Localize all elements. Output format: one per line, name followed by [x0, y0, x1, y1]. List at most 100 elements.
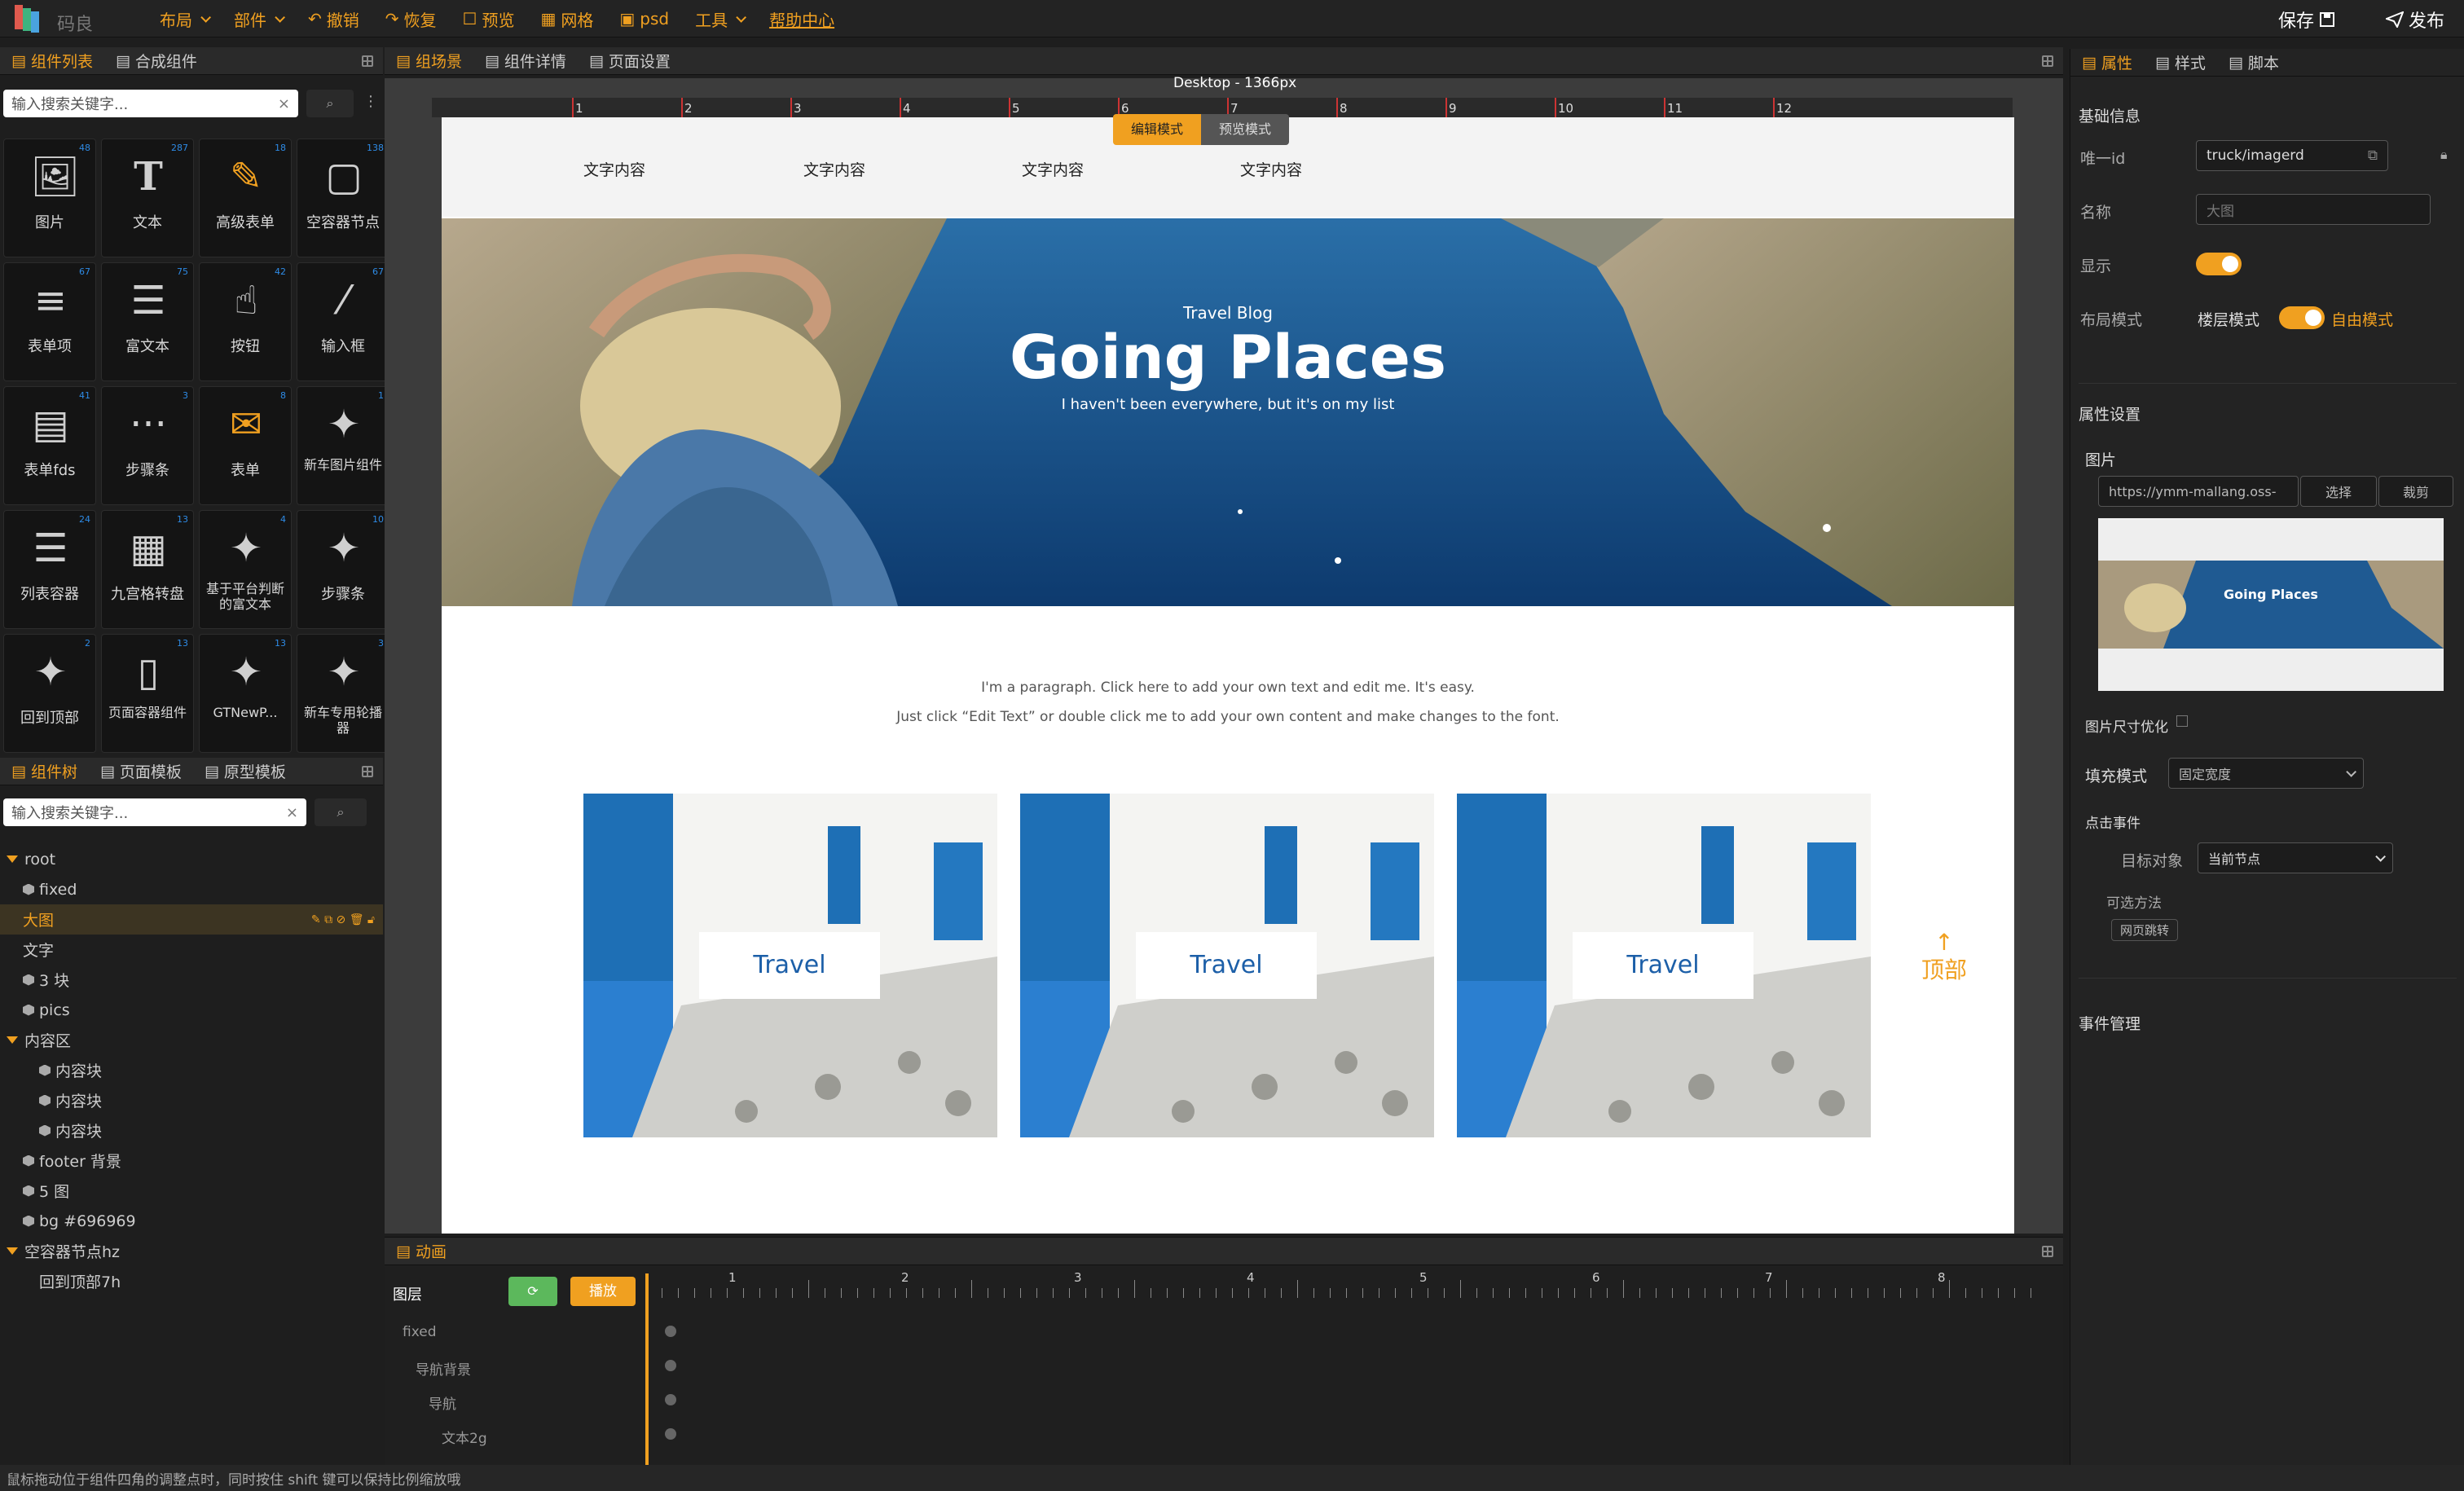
hero-image[interactable]: Travel Blog Going Places I haven't been …	[442, 218, 2014, 606]
component-tile[interactable]: 1 ✦ 新车图片组件	[297, 386, 389, 505]
target-select[interactable]: 当前节点	[2198, 842, 2393, 873]
method-tag[interactable]: 网页跳转	[2111, 919, 2179, 941]
event-management-header[interactable]: 事件管理	[2079, 1012, 2141, 1034]
tab-component-list[interactable]: ▤ 组件列表	[0, 47, 104, 75]
panel-grid-icon[interactable]	[362, 765, 373, 777]
tab-styles[interactable]: ▤ 样式	[2144, 49, 2217, 77]
tree-node[interactable]: 内容区	[0, 1025, 383, 1055]
animation-layer-row[interactable]: fixed	[385, 1317, 2063, 1350]
component-tile[interactable]: 2 ✦ 回到顶部	[3, 634, 96, 753]
component-tile[interactable]: 13 ✦ GTNewP...	[199, 634, 292, 753]
image-url-input[interactable]: https://ymm-mallang.oss-	[2098, 476, 2299, 507]
tree-node[interactable]: 回到顶部7h	[0, 1266, 383, 1296]
caret-down-icon[interactable]	[7, 1036, 18, 1044]
uid-field[interactable]: truck/imagerd ⧉	[2196, 140, 2388, 171]
component-tile[interactable]: 10 ✦ 步骤条	[297, 510, 389, 629]
nav-text-item[interactable]: 文字内容	[583, 158, 645, 180]
component-tile[interactable]: 3 ✦ 新车专用轮播器	[297, 634, 389, 753]
property-settings-header[interactable]: 属性设置	[2079, 402, 2141, 424]
component-search-input[interactable]: 输入搜索关键字... ×	[3, 90, 298, 117]
panel-grid-icon[interactable]	[2042, 1245, 2053, 1257]
animation-timeline[interactable]: 1 2 3 4 5 6 7 8	[645, 1270, 2063, 1469]
menu-item[interactable]: ▦ 网格	[527, 0, 606, 37]
size-optimize-checkbox[interactable]	[2176, 715, 2188, 727]
menu-item[interactable]: ↷ 恢复	[372, 0, 450, 37]
basic-info-header[interactable]: 基础信息	[2079, 104, 2141, 126]
tree-node[interactable]: bg #696969	[0, 1206, 383, 1236]
component-tile[interactable]: 24 ☰ 列表容器	[3, 510, 96, 629]
component-tile[interactable]: 13 ▦ 九宫格转盘	[101, 510, 194, 629]
keyframe-add-icon[interactable]	[665, 1394, 676, 1405]
animation-layer-row[interactable]: 文本2g	[385, 1420, 2063, 1453]
nav-text-item[interactable]: 文字内容	[803, 158, 865, 180]
publish-button[interactable]: 发布	[2386, 7, 2444, 33]
nav-text-item[interactable]: 文字内容	[1022, 158, 1084, 180]
animation-layer-row[interactable]: 导航	[385, 1386, 2063, 1418]
tree-search-input[interactable]: 输入搜索关键字... ×	[3, 798, 306, 826]
component-tile[interactable]: 75 ☰ 富文本	[101, 262, 194, 381]
tree-node[interactable]: 内容块	[0, 1115, 383, 1146]
tree-node[interactable]: root	[0, 844, 383, 874]
caret-down-icon[interactable]	[7, 1247, 18, 1255]
tree-node[interactable]: fixed	[0, 874, 383, 904]
more-icon[interactable]: ⋮	[363, 93, 378, 110]
keyframe-add-icon[interactable]	[665, 1360, 676, 1371]
component-tile[interactable]: 48 🖼︎ 图片	[3, 139, 96, 257]
tab-scene[interactable]: ▤ 组场景	[385, 47, 473, 75]
name-input[interactable]: 大图	[2196, 194, 2431, 225]
travel-card[interactable]: Travel	[1020, 794, 1434, 1137]
tab-scripts[interactable]: ▤ 脚本	[2217, 49, 2290, 77]
preview-mode-button[interactable]: 预览模式	[1201, 114, 1290, 145]
refresh-button[interactable]: ⟳	[508, 1277, 557, 1306]
caret-down-icon[interactable]	[7, 855, 18, 863]
component-tile[interactable]: 41 ▤ 表单fds	[3, 386, 96, 505]
crop-image-button[interactable]: 裁剪	[2378, 476, 2453, 507]
tab-component-tree[interactable]: ▤ 组件树	[0, 758, 89, 785]
tree-node[interactable]: 大图 ✎ ⧉ ⊘ 🗑︎ 🔓︎	[0, 904, 383, 935]
component-tile[interactable]: 4 ✦ 基于平台判断的富文本	[199, 510, 292, 629]
search-button[interactable]: ⌕	[306, 90, 354, 117]
component-tile[interactable]: 67 ≡ 表单项	[3, 262, 96, 381]
menu-item[interactable]: ☐ 预览	[450, 0, 528, 37]
tree-node[interactable]: 内容块	[0, 1055, 383, 1085]
nav-text-item[interactable]: 文字内容	[1240, 158, 1302, 180]
edit-mode-button[interactable]: 编辑模式	[1113, 114, 1202, 145]
copy-icon[interactable]: ⧉	[2368, 147, 2378, 164]
tab-prototype-templates[interactable]: ▤ 原型模板	[193, 758, 297, 785]
panel-grid-icon[interactable]	[362, 55, 373, 67]
component-tile[interactable]: 3 ··· 步骤条	[101, 386, 194, 505]
play-button[interactable]: 播放	[570, 1277, 636, 1306]
search-button[interactable]: ⌕	[315, 798, 367, 826]
component-tile[interactable]: 67 ⁄ 输入框	[297, 262, 389, 381]
back-to-top[interactable]: ↑ 顶部	[1921, 929, 1967, 984]
menu-item[interactable]: ↶ 撤销	[295, 0, 372, 37]
tree-node[interactable]: 文字	[0, 935, 383, 965]
paragraph-text[interactable]: Just click “Edit Text” or double click m…	[442, 709, 2014, 725]
animation-layer-row[interactable]: 导航背景	[385, 1352, 2063, 1384]
component-tile[interactable]: 8 ✉︎ 表单	[199, 386, 292, 505]
tab-page-templates[interactable]: ▤ 页面模板	[89, 758, 193, 785]
keyframe-add-icon[interactable]	[665, 1428, 676, 1440]
tab-animation[interactable]: ▤ 动画	[385, 1238, 458, 1265]
tab-properties[interactable]: ▤ 属性	[2070, 49, 2144, 77]
menu-item[interactable]: 帮助中心	[756, 0, 847, 37]
clear-icon[interactable]: ×	[278, 95, 290, 112]
menu-item[interactable]: 工具	[682, 0, 756, 37]
menu-item[interactable]: 布局	[147, 0, 221, 37]
travel-card[interactable]: Travel	[1457, 794, 1871, 1137]
save-button[interactable]: 保存	[2278, 7, 2335, 33]
clear-icon[interactable]: ×	[286, 804, 298, 821]
menu-item[interactable]: 部件	[221, 0, 295, 37]
keyframe-add-icon[interactable]	[665, 1326, 676, 1337]
tab-component-detail[interactable]: ▤ 组件详情	[473, 47, 578, 75]
tree-node[interactable]: pics	[0, 995, 383, 1025]
paragraph-text[interactable]: I'm a paragraph. Click here to add your …	[442, 680, 2014, 696]
component-tile[interactable]: 13 ▯ 页面容器组件	[101, 634, 194, 753]
component-tile[interactable]: 42 ☝︎ 按钮	[199, 262, 292, 381]
tab-page-settings[interactable]: ▤ 页面设置	[578, 47, 682, 75]
lock-icon[interactable]: 🔒︎	[2440, 147, 2448, 163]
travel-card[interactable]: Travel	[583, 794, 997, 1137]
panel-grid-icon[interactable]	[2042, 55, 2053, 67]
tree-node[interactable]: 5 图	[0, 1176, 383, 1206]
tree-node[interactable]: 内容块	[0, 1085, 383, 1115]
